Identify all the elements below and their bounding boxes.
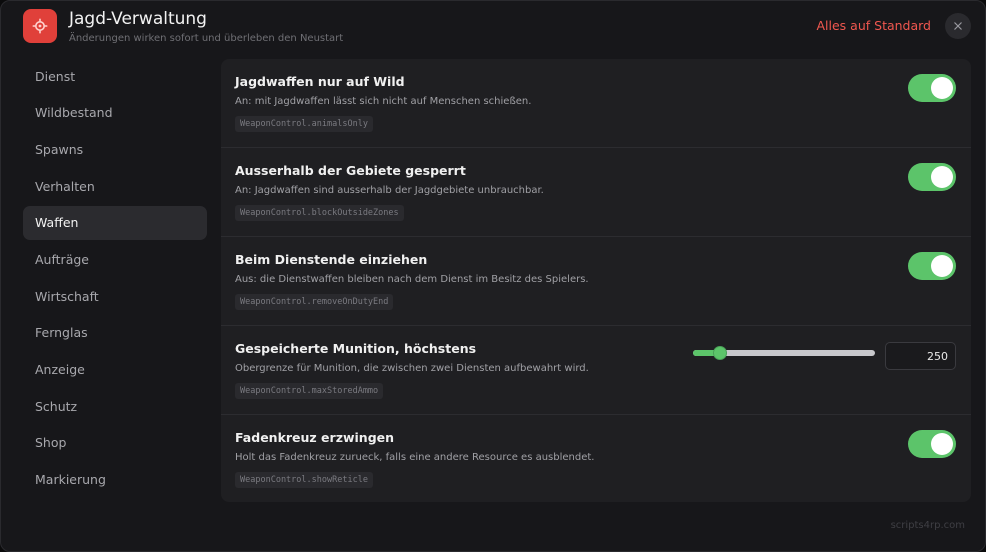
sidebar-item-verhalten[interactable]: Verhalten [23, 169, 207, 203]
setting-row-animals-only: Jagdwaffen nur auf Wild An: mit Jagdwaff… [221, 59, 971, 148]
setting-description: An: mit Jagdwaffen lässt sich nicht auf … [235, 96, 532, 107]
setting-row-max-stored-ammo: Gespeicherte Munition, höchstens Obergre… [221, 326, 971, 415]
setting-title: Fadenkreuz erzwingen [235, 430, 395, 445]
toggle-knob [931, 255, 953, 277]
setting-key: WeaponControl.maxStoredAmmo [235, 383, 384, 399]
header: Jagd-Verwaltung Änderungen wirken sofort… [1, 1, 985, 53]
sidebar-item-fernglas[interactable]: Fernglas [23, 316, 207, 350]
setting-title: Gespeicherte Munition, höchstens [235, 341, 477, 356]
remove-on-duty-end-toggle[interactable] [908, 252, 956, 280]
settings-window: Jagd-Verwaltung Änderungen wirken sofort… [0, 0, 986, 552]
show-reticle-toggle[interactable] [908, 430, 956, 458]
sidebar-item-shop[interactable]: Shop [23, 426, 207, 460]
slider-thumb[interactable] [713, 346, 727, 360]
sidebar-item-markierung[interactable]: Markierung [23, 463, 207, 497]
setting-key: WeaponControl.animalsOnly [235, 116, 373, 132]
setting-description: Aus: die Dienstwaffen bleiben nach dem D… [235, 274, 589, 285]
sidebar-item-wildbestand[interactable]: Wildbestand [23, 96, 207, 130]
setting-row-remove-on-duty-end: Beim Dienstende einziehen Aus: die Diens… [221, 237, 971, 326]
max-stored-ammo-input[interactable] [885, 342, 956, 370]
toggle-knob [931, 166, 953, 188]
sidebar: Dienst Wildbestand Spawns Verhalten Waff… [23, 59, 207, 499]
sidebar-item-anzeige[interactable]: Anzeige [23, 353, 207, 387]
gear-icon [23, 9, 57, 43]
close-button[interactable] [945, 13, 971, 39]
setting-key: WeaponControl.showReticle [235, 472, 373, 488]
reset-all-button[interactable]: Alles auf Standard [817, 18, 932, 33]
setting-row-show-reticle: Fadenkreuz erzwingen Holt das Fadenkreuz… [221, 415, 971, 502]
toggle-knob [931, 433, 953, 455]
setting-description: An: Jagdwaffen sind ausserhalb der Jagdg… [235, 185, 544, 196]
toggle-knob [931, 77, 953, 99]
settings-panel: Jagdwaffen nur auf Wild An: mit Jagdwaff… [221, 59, 971, 502]
setting-title: Jagdwaffen nur auf Wild [235, 74, 405, 89]
block-outside-zones-toggle[interactable] [908, 163, 956, 191]
animals-only-toggle[interactable] [908, 74, 956, 102]
sidebar-item-waffen[interactable]: Waffen [23, 205, 207, 240]
sidebar-item-auftraege[interactable]: Aufträge [23, 242, 207, 276]
setting-description: Holt das Fadenkreuz zurueck, falls eine … [235, 452, 595, 463]
setting-title: Beim Dienstende einziehen [235, 252, 428, 267]
sidebar-item-wirtschaft[interactable]: Wirtschaft [23, 279, 207, 313]
setting-title: Ausserhalb der Gebiete gesperrt [235, 163, 466, 178]
sidebar-item-spawns[interactable]: Spawns [23, 132, 207, 166]
close-icon [954, 22, 962, 30]
sidebar-item-schutz[interactable]: Schutz [23, 389, 207, 423]
setting-row-block-outside-zones: Ausserhalb der Gebiete gesperrt An: Jagd… [221, 148, 971, 237]
max-stored-ammo-slider[interactable] [693, 346, 875, 360]
footer-credit: scripts4rp.com [890, 520, 965, 531]
setting-description: Obergrenze für Munition, die zwischen zw… [235, 363, 589, 374]
setting-key: WeaponControl.blockOutsideZones [235, 205, 404, 221]
sidebar-item-dienst[interactable]: Dienst [23, 59, 207, 93]
setting-key: WeaponControl.removeOnDutyEnd [235, 294, 394, 310]
app-subtitle: Änderungen wirken sofort und überleben d… [69, 33, 344, 44]
app-title: Jagd-Verwaltung [69, 9, 207, 29]
